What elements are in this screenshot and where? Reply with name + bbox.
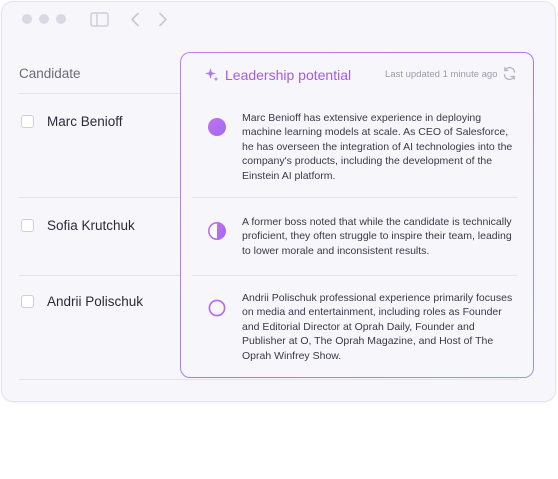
row-checkbox[interactable] [21, 115, 34, 128]
full-circle-icon [208, 118, 226, 136]
candidate-name: Marc Benioff [47, 114, 123, 129]
half-circle-icon [208, 222, 226, 240]
title-bar [2, 2, 555, 36]
empty-circle-icon [208, 299, 226, 317]
row-checkbox[interactable] [21, 295, 34, 308]
last-updated-text: Last updated 1 minute ago [385, 69, 498, 80]
window-control-dot[interactable] [39, 14, 49, 24]
sparkle-icon [205, 68, 219, 82]
candidate-assessment-text: Andrii Polischuk professional experience… [242, 292, 513, 362]
panel-divider [192, 275, 518, 276]
row-checkbox[interactable] [21, 219, 34, 232]
panel-title: Leadership potential [225, 67, 352, 83]
refresh-icon[interactable] [502, 66, 517, 81]
candidate-name: Andrii Polischuk [47, 294, 144, 309]
divider [19, 379, 519, 380]
candidate-assessment-text: A former boss noted that while the candi… [242, 216, 512, 257]
candidate-column-header: Candidate [19, 66, 81, 81]
window-control-dot[interactable] [22, 14, 32, 24]
candidate-assessment-text: Marc Benioff has extensive experience in… [242, 112, 513, 182]
window-control-dot[interactable] [56, 14, 66, 24]
sidebar-toggle-icon[interactable] [90, 12, 109, 27]
forward-arrow-icon[interactable] [157, 12, 169, 27]
candidate-name: Sofia Krutchuk [47, 218, 135, 233]
panel-divider [192, 197, 518, 198]
back-arrow-icon[interactable] [129, 12, 141, 27]
